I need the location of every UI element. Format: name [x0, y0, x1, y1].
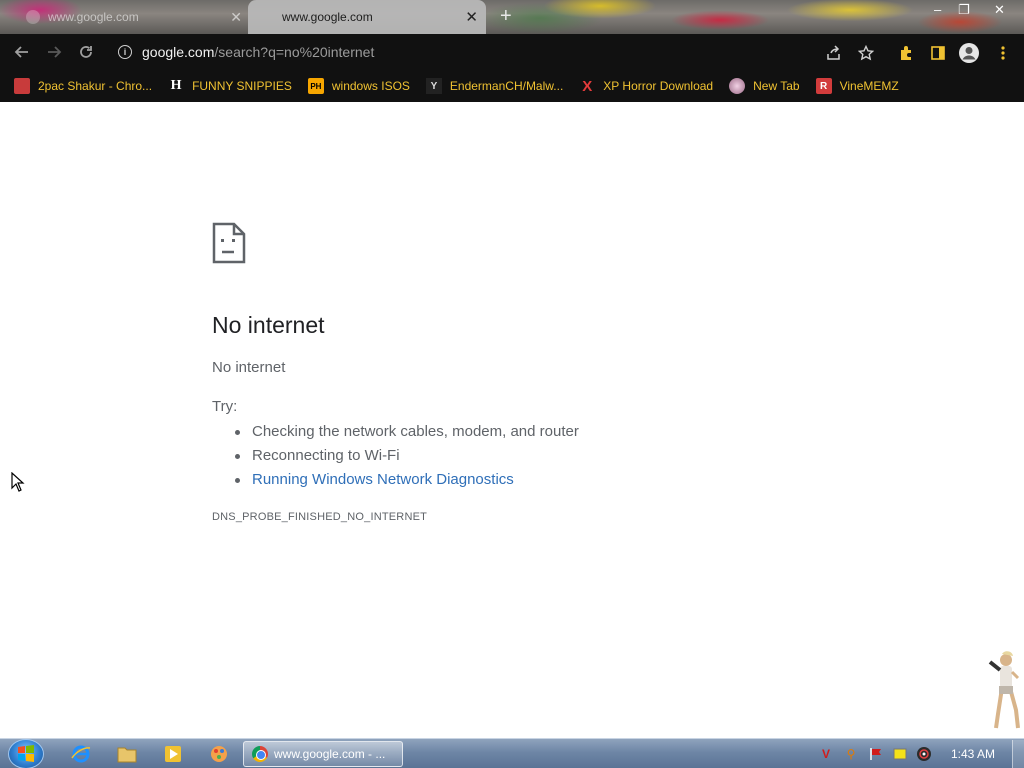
globe-favicon: [729, 78, 746, 94]
error-code: DNS_PROBE_FINISHED_NO_INTERNET: [212, 511, 428, 523]
try-label: Try:: [212, 398, 238, 415]
flag-tray-icon[interactable]: [868, 746, 884, 762]
minimize-button[interactable]: –: [934, 2, 941, 17]
suggestion-item: Checking the network cables, modem, and …: [235, 420, 579, 444]
sidebar-icon[interactable]: [927, 42, 949, 64]
suggestion-list: Checking the network cables, modem, and …: [235, 420, 579, 492]
tab-active[interactable]: www.google.com ✕: [248, 0, 486, 34]
address-host: google.com: [142, 44, 215, 60]
bookmark-endermanch[interactable]: Y EndermanCH/Malw...: [425, 78, 564, 94]
bookmark-label: windows ISOS: [331, 79, 410, 93]
bookmark-label: 2pac Shakur - Chro...: [38, 79, 153, 93]
tab-close-icon[interactable]: ✕: [465, 8, 478, 26]
forward-arrow-icon[interactable]: [38, 38, 70, 66]
network-diagnostics-link[interactable]: Running Windows Network Diagnostics: [235, 468, 579, 492]
tab-title: www.google.com: [282, 10, 373, 24]
bookmark-label: New Tab: [753, 79, 800, 93]
paint-icon[interactable]: [208, 743, 230, 765]
new-tab-button[interactable]: +: [500, 6, 512, 26]
internet-explorer-icon[interactable]: [70, 743, 92, 765]
extensions-icon[interactable]: [895, 42, 917, 64]
start-button[interactable]: [8, 739, 44, 768]
error-title: No internet: [212, 312, 325, 338]
bookmarks-bar: 2pac Shakur - Chro... H FUNNY SNIPPIES P…: [0, 70, 1024, 102]
battery-tray-icon[interactable]: [892, 746, 908, 762]
volume-tray-icon[interactable]: [916, 746, 932, 762]
share-icon[interactable]: [823, 42, 845, 64]
star-icon[interactable]: [855, 42, 877, 64]
v-tray-icon[interactable]: V: [818, 746, 834, 762]
r-favicon: R: [815, 78, 832, 94]
dancer-figure-image: [984, 650, 1024, 743]
site-info-icon[interactable]: i: [118, 45, 132, 59]
address-path: /search?q=no%20internet: [214, 44, 375, 60]
bookmark-label: XP Horror Download: [603, 79, 714, 93]
bookmark-new-tab[interactable]: New Tab: [729, 78, 800, 94]
ph-favicon: PH: [307, 78, 324, 94]
profile-icon[interactable]: [958, 42, 980, 64]
show-desktop-button[interactable]: [1012, 740, 1024, 768]
x-favicon: X: [582, 77, 593, 95]
bookmark-label: EndermanCH/Malw...: [449, 79, 564, 93]
chrome-icon: [252, 746, 268, 762]
taskbar-chrome-window[interactable]: www.google.com - ...: [243, 741, 403, 767]
bookmark-funny-snippies[interactable]: H FUNNY SNIPPIES: [168, 78, 292, 94]
bookmark-2pac[interactable]: 2pac Shakur - Chro...: [14, 78, 152, 94]
bookmark-windows-isos[interactable]: PH windows ISOS: [307, 78, 410, 94]
bookmark-vinememz[interactable]: R VineMEMZ: [815, 78, 899, 94]
tab-favicon: [26, 10, 40, 24]
sad-page-icon: [212, 222, 246, 269]
h-favicon: H: [170, 78, 182, 93]
bookmark-label: VineMEMZ: [839, 79, 899, 93]
bookmark-xp-horror[interactable]: X XP Horror Download: [579, 77, 714, 95]
bookmark-label: FUNNY SNIPPIES: [192, 79, 292, 93]
browser-tab-strip: www.google.com ✕ www.google.com ✕ + – ❐ …: [0, 0, 1024, 34]
media-player-icon[interactable]: [162, 743, 184, 765]
system-clock[interactable]: 1:43 AM: [951, 747, 995, 761]
tab-title: www.google.com: [48, 10, 139, 24]
error-subtitle: No internet: [212, 359, 286, 376]
search-tray-icon[interactable]: ⚲: [843, 746, 859, 762]
reload-icon[interactable]: [70, 38, 102, 66]
tab-inactive[interactable]: www.google.com ✕: [14, 0, 250, 34]
back-arrow-icon[interactable]: [6, 38, 38, 66]
suggestion-item: Reconnecting to Wi-Fi: [235, 444, 579, 468]
taskbar-window-title: www.google.com - ...: [274, 747, 386, 761]
windows-taskbar: www.google.com - ... V ⚲ 1:43 AM: [0, 738, 1024, 768]
address-bar[interactable]: i google.com/search?q=no%20internet: [110, 38, 888, 66]
page-content: No internet No internet Try: Checking th…: [0, 102, 1024, 738]
windows-logo-icon: [18, 745, 34, 762]
mouse-cursor-icon: [11, 471, 25, 497]
close-window-button[interactable]: ✕: [994, 2, 1005, 18]
menu-icon[interactable]: [992, 42, 1014, 64]
tab-close-icon[interactable]: ✕: [230, 9, 242, 26]
yp-favicon: Y: [425, 78, 442, 94]
2pac-favicon: [14, 78, 30, 94]
maximize-button[interactable]: ❐: [958, 2, 970, 18]
file-explorer-icon[interactable]: [116, 743, 138, 765]
